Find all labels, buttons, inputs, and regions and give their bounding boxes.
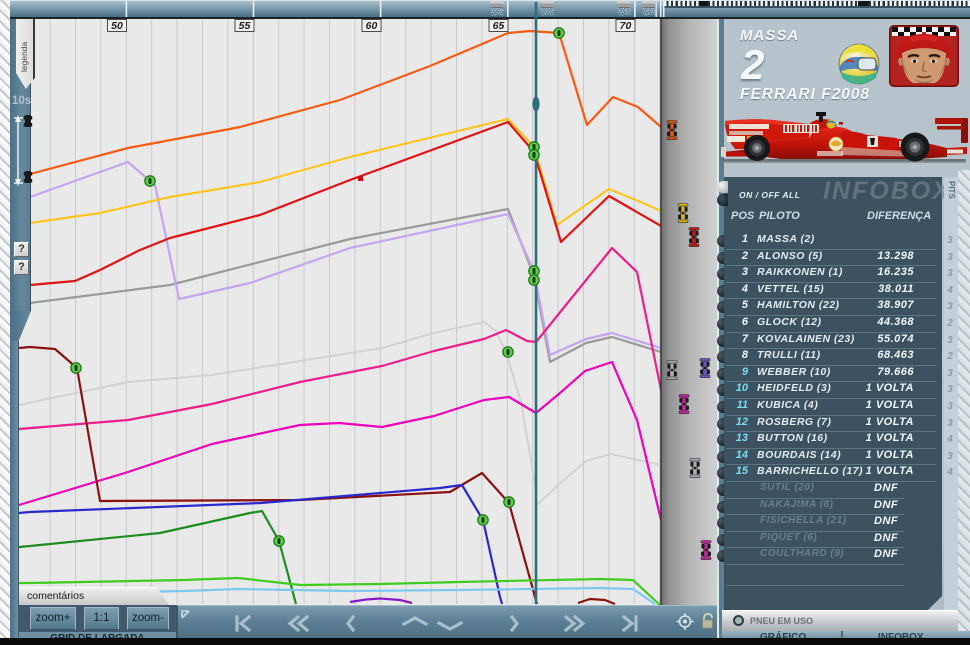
svg-text:70: 70	[620, 20, 632, 32]
svg-text:65: 65	[493, 20, 505, 32]
svg-text:50: 50	[111, 20, 123, 32]
svg-text:55: 55	[239, 20, 251, 32]
svg-text:60: 60	[366, 20, 378, 32]
